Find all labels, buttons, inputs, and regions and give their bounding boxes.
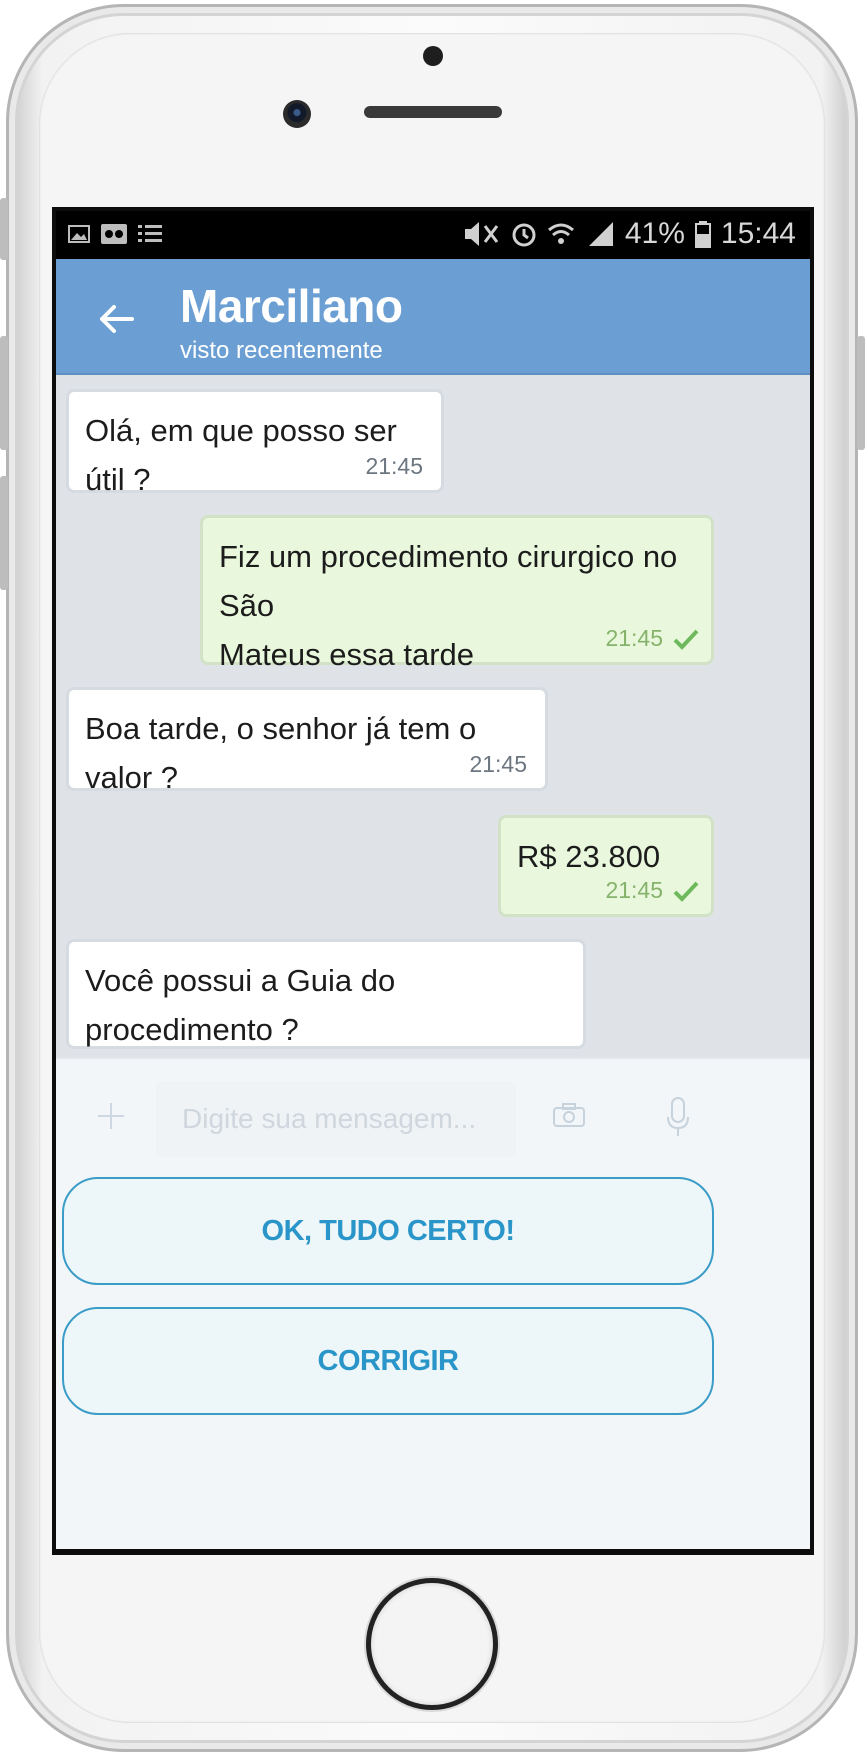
mute-icon [464,222,499,246]
volume-up-button [0,336,8,450]
wifi-icon [547,223,574,244]
list-icon [138,225,162,242]
message-bubble-outgoing: Fiz um procedimento cirurgico no São Mat… [200,515,714,672]
chat-header: Marciliano visto recentemente [56,259,810,375]
message-bubble-incoming: Você possui a Guia do procedimento ? [66,939,586,1049]
back-arrow-icon[interactable] [96,299,136,339]
voicemail-icon [101,224,127,244]
contact-name[interactable]: Marciliano [180,279,403,333]
battery-percent: 41% [624,217,685,250]
contact-status: visto recentemente [180,337,383,364]
message-composer: Digite sua mensagem... [56,1057,810,1173]
clock: 15:44 [720,217,796,250]
microphone-icon[interactable] [667,1097,689,1137]
checkmark-icon [673,629,699,650]
volume-down-button [0,476,8,590]
front-camera [283,100,311,128]
proximity-sensor [423,46,443,66]
signal-icon [588,222,613,246]
message-text: Fiz um procedimento cirurgico no São Mat… [219,539,678,672]
status-bar: 41% 15:44 [56,211,810,259]
message-text: Você possui a Guia do procedimento ? [85,963,396,1047]
message-list[interactable]: Olá, em que posso ser útil ? 21:45 Fiz u… [56,375,810,1057]
message-text: Boa tarde, o senhor já tem o valor ? [85,711,477,795]
earpiece-speaker [364,106,502,118]
silent-switch [0,198,8,260]
message-bubble-outgoing: R$ 23.800 21:45 [498,815,714,917]
action-panel: OK, TUDO CERTO! CORRIGIR [56,1171,810,1549]
home-button[interactable] [366,1578,498,1710]
message-time: 21:45 [605,877,699,904]
message-time: 21:45 [605,625,699,652]
plus-icon[interactable] [96,1101,126,1131]
correct-button[interactable]: CORRIGIR [62,1307,714,1415]
message-text: R$ 23.800 [517,839,661,874]
checkmark-icon [673,881,699,902]
message-time: 21:45 [469,751,527,777]
alarm-icon [512,223,536,247]
message-input[interactable]: Digite sua mensagem... [156,1081,516,1157]
camera-icon[interactable] [553,1103,585,1127]
power-button [857,336,865,450]
confirm-button[interactable]: OK, TUDO CERTO! [62,1177,714,1285]
image-icon [68,225,90,243]
battery-icon [694,221,711,248]
message-time: 21:45 [365,453,423,479]
message-bubble-incoming: Olá, em que posso ser útil ? 21:45 [66,389,444,497]
message-bubble-incoming: Boa tarde, o senhor já tem o valor ? 21:… [66,687,548,795]
screen: 41% 15:44 Marciliano visto recentemente … [52,207,814,1555]
